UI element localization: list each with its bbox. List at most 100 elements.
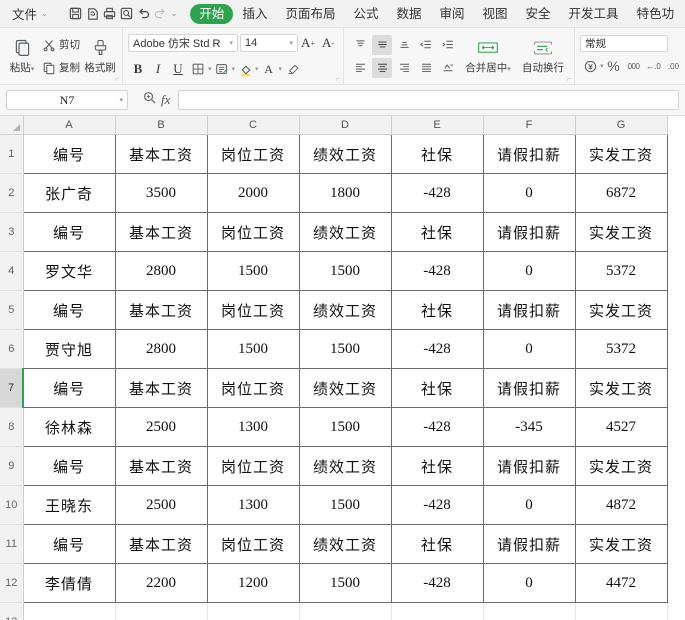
align-justify-icon[interactable] xyxy=(416,58,436,78)
cell-d1[interactable]: 绩效工资 xyxy=(298,134,392,174)
decrease-font-size-button[interactable]: A- xyxy=(318,33,338,53)
cell-c6[interactable]: 1500 xyxy=(206,329,300,369)
cell-d12[interactable]: 1500 xyxy=(298,563,392,603)
cell-e2[interactable]: -428 xyxy=(390,173,484,213)
cell-a12[interactable]: 李倩倩 xyxy=(22,563,116,603)
cell-f9[interactable]: 请假扣薪 xyxy=(482,446,576,486)
cell-f11[interactable]: 请假扣薪 xyxy=(482,524,576,564)
cell-g8[interactable]: 4527 xyxy=(574,407,668,447)
chevron-down-icon[interactable]: ▾ xyxy=(289,39,293,47)
comma-style-button[interactable]: 000 xyxy=(624,56,644,76)
cell-d7[interactable]: 绩效工资 xyxy=(298,368,392,408)
row-header-4[interactable]: 4 xyxy=(0,251,24,291)
cell-c1[interactable]: 岗位工资 xyxy=(206,134,300,174)
chevron-down-icon[interactable]: ▾ xyxy=(119,96,123,104)
cell-b7[interactable]: 基本工资 xyxy=(114,368,208,408)
paste-button[interactable]: 粘贴▾ xyxy=(5,31,39,81)
decrease-indent-icon[interactable] xyxy=(416,35,436,55)
row-header-10[interactable]: 10 xyxy=(0,485,24,525)
percent-style-button[interactable]: % xyxy=(604,56,624,76)
cell-d13[interactable] xyxy=(299,602,392,620)
align-top-icon[interactable] xyxy=(350,35,370,55)
column-header-g[interactable]: G xyxy=(575,116,668,135)
cell-b13[interactable] xyxy=(115,602,208,620)
cell-b4[interactable]: 2800 xyxy=(114,251,208,291)
cell-f1[interactable]: 请假扣薪 xyxy=(482,134,576,174)
cell-a13[interactable] xyxy=(23,602,116,620)
cell-c11[interactable]: 岗位工资 xyxy=(206,524,300,564)
cell-g1[interactable]: 实发工资 xyxy=(574,134,668,174)
cell-b8[interactable]: 2500 xyxy=(114,407,208,447)
cell-g12[interactable]: 4472 xyxy=(574,563,668,603)
cell-d5[interactable]: 绩效工资 xyxy=(298,290,392,330)
column-header-b[interactable]: B xyxy=(115,116,208,135)
cell-e11[interactable]: 社保 xyxy=(390,524,484,564)
wrap-text-button[interactable]: 自动换行 xyxy=(517,31,569,81)
decrease-decimal-button[interactable]: .00 xyxy=(664,56,684,76)
cell-f2[interactable]: 0 xyxy=(482,173,576,213)
cell-style-icon[interactable] xyxy=(212,59,232,79)
cell-g9[interactable]: 实发工资 xyxy=(574,446,668,486)
tab-view[interactable]: 视图 xyxy=(474,4,517,24)
column-header-e[interactable]: E xyxy=(391,116,484,135)
cell-c7[interactable]: 岗位工资 xyxy=(206,368,300,408)
cell-d6[interactable]: 1500 xyxy=(298,329,392,369)
row-header-1[interactable]: 1 xyxy=(0,134,24,174)
cell-b2[interactable]: 3500 xyxy=(114,173,208,213)
currency-icon[interactable] xyxy=(580,56,600,76)
cell-f3[interactable]: 请假扣薪 xyxy=(482,212,576,252)
cell-f12[interactable]: 0 xyxy=(482,563,576,603)
cell-c9[interactable]: 岗位工资 xyxy=(206,446,300,486)
align-middle-icon[interactable] xyxy=(372,34,392,55)
cell-b5[interactable]: 基本工资 xyxy=(114,290,208,330)
cell-c12[interactable]: 1200 xyxy=(206,563,300,603)
row-header-11[interactable]: 11 xyxy=(0,524,24,564)
cell-e4[interactable]: -428 xyxy=(390,251,484,291)
cut-button[interactable]: 剪切 xyxy=(39,33,83,56)
font-family-select[interactable]: Adobe 仿宋 Std R ▾ xyxy=(128,34,238,52)
row-header-13[interactable]: 13 xyxy=(0,602,24,620)
cell-g6[interactable]: 5372 xyxy=(574,329,668,369)
cell-d4[interactable]: 1500 xyxy=(298,251,392,291)
row-header-2[interactable]: 2 xyxy=(0,173,24,213)
cell-g3[interactable]: 实发工资 xyxy=(574,212,668,252)
column-header-d[interactable]: D xyxy=(299,116,392,135)
cell-g4[interactable]: 5372 xyxy=(574,251,668,291)
cell-b9[interactable]: 基本工资 xyxy=(114,446,208,486)
borders-icon[interactable] xyxy=(188,59,208,79)
cell-f13[interactable] xyxy=(483,602,576,620)
cell-g5[interactable]: 实发工资 xyxy=(574,290,668,330)
cell-b11[interactable]: 基本工资 xyxy=(114,524,208,564)
cell-b6[interactable]: 2800 xyxy=(114,329,208,369)
file-menu-label[interactable]: 文件 xyxy=(12,4,37,23)
cell-d2[interactable]: 1800 xyxy=(298,173,392,213)
cell-g13[interactable] xyxy=(575,602,668,620)
redo-icon[interactable] xyxy=(153,4,168,24)
cell-a8[interactable]: 徐林森 xyxy=(22,407,116,447)
increase-indent-icon[interactable] xyxy=(438,35,458,55)
underline-button[interactable]: U xyxy=(168,59,188,79)
cell-b10[interactable]: 2500 xyxy=(114,485,208,525)
cell-c13[interactable] xyxy=(207,602,300,620)
increase-decimal-button[interactable]: ←.0 xyxy=(644,56,664,76)
chevron-down-icon[interactable]: ▾ xyxy=(229,39,233,47)
italic-button[interactable]: I xyxy=(148,59,168,79)
cell-f7[interactable]: 请假扣薪 xyxy=(482,368,576,408)
number-format-select[interactable]: 常规 xyxy=(580,35,668,52)
cell-e10[interactable]: -428 xyxy=(390,485,484,525)
cell-d10[interactable]: 1500 xyxy=(298,485,392,525)
increase-font-size-button[interactable]: A + xyxy=(298,33,318,53)
cell-a1[interactable]: 编号 xyxy=(22,134,116,174)
cell-d11[interactable]: 绩效工资 xyxy=(298,524,392,564)
row-header-12[interactable]: 12 xyxy=(0,563,24,603)
cell-c10[interactable]: 1300 xyxy=(206,485,300,525)
cell-e5[interactable]: 社保 xyxy=(390,290,484,330)
cell-e12[interactable]: -428 xyxy=(390,563,484,603)
row-header-3[interactable]: 3 xyxy=(0,212,24,252)
cell-e7[interactable]: 社保 xyxy=(390,368,484,408)
row-header-6[interactable]: 6 xyxy=(0,329,24,369)
align-left-icon[interactable] xyxy=(350,58,370,78)
tab-dev-tools[interactable]: 开发工具 xyxy=(560,4,628,24)
formula-input[interactable] xyxy=(178,90,679,110)
cell-g7[interactable]: 实发工资 xyxy=(574,368,668,408)
